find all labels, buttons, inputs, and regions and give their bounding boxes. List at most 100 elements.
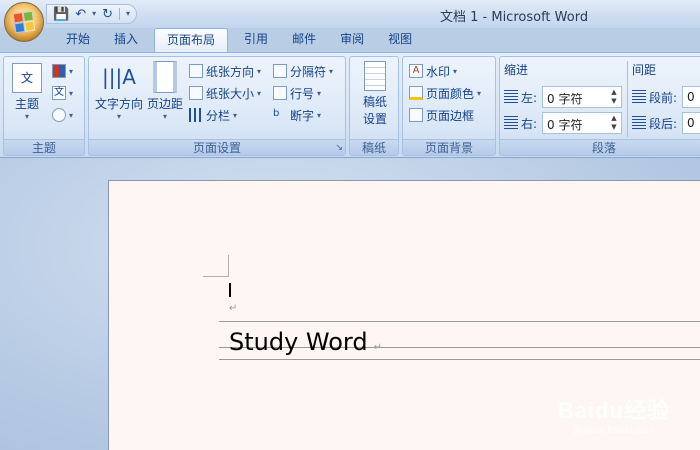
- hyphenation-button[interactable]: b 断字 ▾: [273, 105, 321, 125]
- theme-colors-icon: [52, 64, 66, 78]
- manuscript-settings-button[interactable]: 稿纸 设置: [356, 61, 394, 127]
- save-icon[interactable]: 💾: [53, 8, 69, 21]
- columns-button[interactable]: 分栏 ▾: [189, 105, 237, 125]
- quick-access-toolbar: 💾 ↶ ▾ ↻ ▾: [46, 4, 138, 24]
- spacing-after-label-row: 段后:: [632, 113, 677, 133]
- spacing-before-icon: [632, 90, 646, 104]
- spacing-before-value: 0: [687, 90, 695, 104]
- indent-right-label-row: 右:: [504, 113, 537, 133]
- watermark-button[interactable]: A 水印 ▾: [409, 61, 457, 81]
- document-text[interactable]: Study Word ↵: [229, 328, 382, 356]
- orientation-dropdown-icon: ▾: [257, 66, 262, 76]
- indent-left-label: 左:: [521, 90, 538, 105]
- theme-effects-button[interactable]: ▾: [52, 105, 73, 125]
- theme-effects-icon: [52, 108, 66, 122]
- breaks-label: 分隔符: [290, 64, 327, 79]
- hyphenation-icon: b: [273, 108, 280, 119]
- paragraph-mark: ↵: [373, 342, 382, 353]
- border-line-bottom: [219, 359, 700, 360]
- line-numbers-icon: [273, 86, 287, 100]
- tab-view[interactable]: 视图: [376, 28, 424, 52]
- ribbon: 文 主题 ▾ ▾ 文 ▾ ▾ 主题 |||A 文字方向 ▾ 页边距 ▾ 纸张方向 ▾: [0, 52, 700, 158]
- theme-colors-dropdown-icon: ▾: [69, 66, 74, 76]
- theme-group-label: 主题: [4, 139, 84, 155]
- office-button[interactable]: [4, 2, 44, 42]
- text-direction-label: 文字方向: [94, 97, 143, 111]
- size-dropdown-icon: ▾: [257, 88, 262, 98]
- window-title: 文档 1 - Microsoft Word: [440, 10, 589, 25]
- indent-right-value: 0 字符: [547, 118, 583, 132]
- tab-home[interactable]: 开始: [54, 28, 102, 52]
- indent-left-input[interactable]: 0 字符 ▲ ▼: [542, 86, 622, 108]
- page-color-icon: [409, 86, 423, 100]
- page-borders-icon: [409, 108, 423, 122]
- breaks-dropdown-icon: ▾: [329, 66, 334, 76]
- tab-page-layout[interactable]: 页面布局: [154, 28, 229, 52]
- themes-dropdown-icon: ▾: [24, 112, 29, 121]
- page-background-group: A 水印 ▾ 页面颜色 ▾ 页面边框 页面背景: [402, 56, 496, 156]
- size-icon: [189, 86, 203, 100]
- indent-right-input[interactable]: 0 字符 ▲ ▼: [542, 112, 622, 134]
- paragraph-group-label: 段落: [500, 139, 700, 155]
- baidu-watermark: Baidu经验 jingyan.baidu.com: [558, 393, 670, 436]
- size-button[interactable]: 纸张大小 ▾: [189, 83, 261, 103]
- text-cursor: [229, 283, 231, 297]
- customize-icon[interactable]: ▾: [126, 10, 130, 18]
- spacing-after-label: 段后:: [649, 116, 678, 131]
- themes-button[interactable]: 文 主题 ▾: [10, 63, 44, 121]
- page-color-dropdown-icon: ▾: [477, 88, 482, 98]
- spacing-before-input[interactable]: 0: [682, 86, 700, 108]
- title-bar: 💾 ↶ ▾ ↻ ▾ 文档 1 - Microsoft Word: [0, 0, 700, 28]
- size-label: 纸张大小: [206, 86, 255, 101]
- document-workspace: ↵ Study Word ↵ Baidu经验 jingyan.baidu.com: [0, 158, 700, 450]
- hyphenation-dropdown-icon: ▾: [317, 110, 322, 120]
- indent-title: 缩进: [504, 63, 529, 77]
- page-borders-label: 页面边框: [426, 108, 475, 123]
- orientation-label: 纸张方向: [206, 64, 255, 79]
- watermark-brand: Baidu经验: [557, 398, 670, 423]
- spacing-after-input[interactable]: 0: [682, 112, 700, 134]
- margins-button[interactable]: 页边距 ▾: [145, 61, 185, 121]
- manuscript-group-label: 稿纸: [350, 139, 398, 155]
- redo-icon[interactable]: ↻: [102, 8, 113, 21]
- line-numbers-button[interactable]: 行号 ▾: [273, 83, 321, 103]
- page-color-button[interactable]: 页面颜色 ▾: [409, 83, 481, 103]
- document-text-content: Study Word: [229, 328, 368, 356]
- margins-icon: [153, 61, 177, 93]
- indent-right-spinner-icon[interactable]: ▲ ▼: [608, 114, 620, 132]
- ribbon-tabs: 开始 插入 页面布局 引用 邮件 审阅 视图: [48, 28, 424, 52]
- tab-mailings[interactable]: 邮件: [280, 28, 328, 52]
- text-direction-dropdown-icon: ▾: [116, 112, 121, 121]
- text-direction-button[interactable]: |||A 文字方向 ▾: [93, 61, 145, 121]
- margin-crop-mark: [203, 255, 229, 277]
- manuscript-settings-label-2: 设置: [362, 112, 387, 126]
- spacing-title: 间距: [632, 63, 657, 77]
- orientation-button[interactable]: 纸张方向 ▾: [189, 61, 261, 81]
- page-color-label: 页面颜色: [426, 86, 475, 101]
- undo-dropdown-icon[interactable]: ▾: [92, 10, 96, 18]
- page-setup-group-label: 页面设置: [89, 139, 345, 155]
- divider: [627, 61, 628, 137]
- tab-references[interactable]: 引用: [232, 28, 280, 52]
- margins-label: 页边距: [146, 97, 183, 111]
- page-borders-button[interactable]: 页面边框: [409, 105, 474, 125]
- spacing-after-value: 0: [687, 116, 695, 130]
- indent-left-label-row: 左:: [504, 87, 537, 107]
- page-setup-launcher-icon[interactable]: ↘: [335, 143, 343, 153]
- indent-left-value: 0 字符: [547, 92, 583, 106]
- line-numbers-dropdown-icon: ▾: [317, 88, 322, 98]
- theme-colors-button[interactable]: ▾: [52, 61, 73, 81]
- tab-insert[interactable]: 插入: [102, 28, 150, 52]
- columns-icon: [189, 108, 203, 122]
- indent-left-spinner-icon[interactable]: ▲ ▼: [608, 88, 620, 106]
- undo-icon[interactable]: ↶: [75, 8, 86, 21]
- themes-button-label: 主题: [14, 97, 39, 111]
- tab-review[interactable]: 审阅: [328, 28, 376, 52]
- breaks-button[interactable]: 分隔符 ▾: [273, 61, 333, 81]
- spacing-before-label-row: 段前:: [632, 87, 677, 107]
- page-setup-group: |||A 文字方向 ▾ 页边距 ▾ 纸张方向 ▾ 纸张大小 ▾ 分栏 ▾ 分隔符 ▾ 行…: [88, 56, 346, 156]
- theme-fonts-button[interactable]: 文 ▾: [52, 83, 73, 103]
- columns-dropdown-icon: ▾: [233, 110, 238, 120]
- hyphenation-label: 断字: [290, 108, 315, 123]
- indent-right-label: 右:: [521, 116, 538, 131]
